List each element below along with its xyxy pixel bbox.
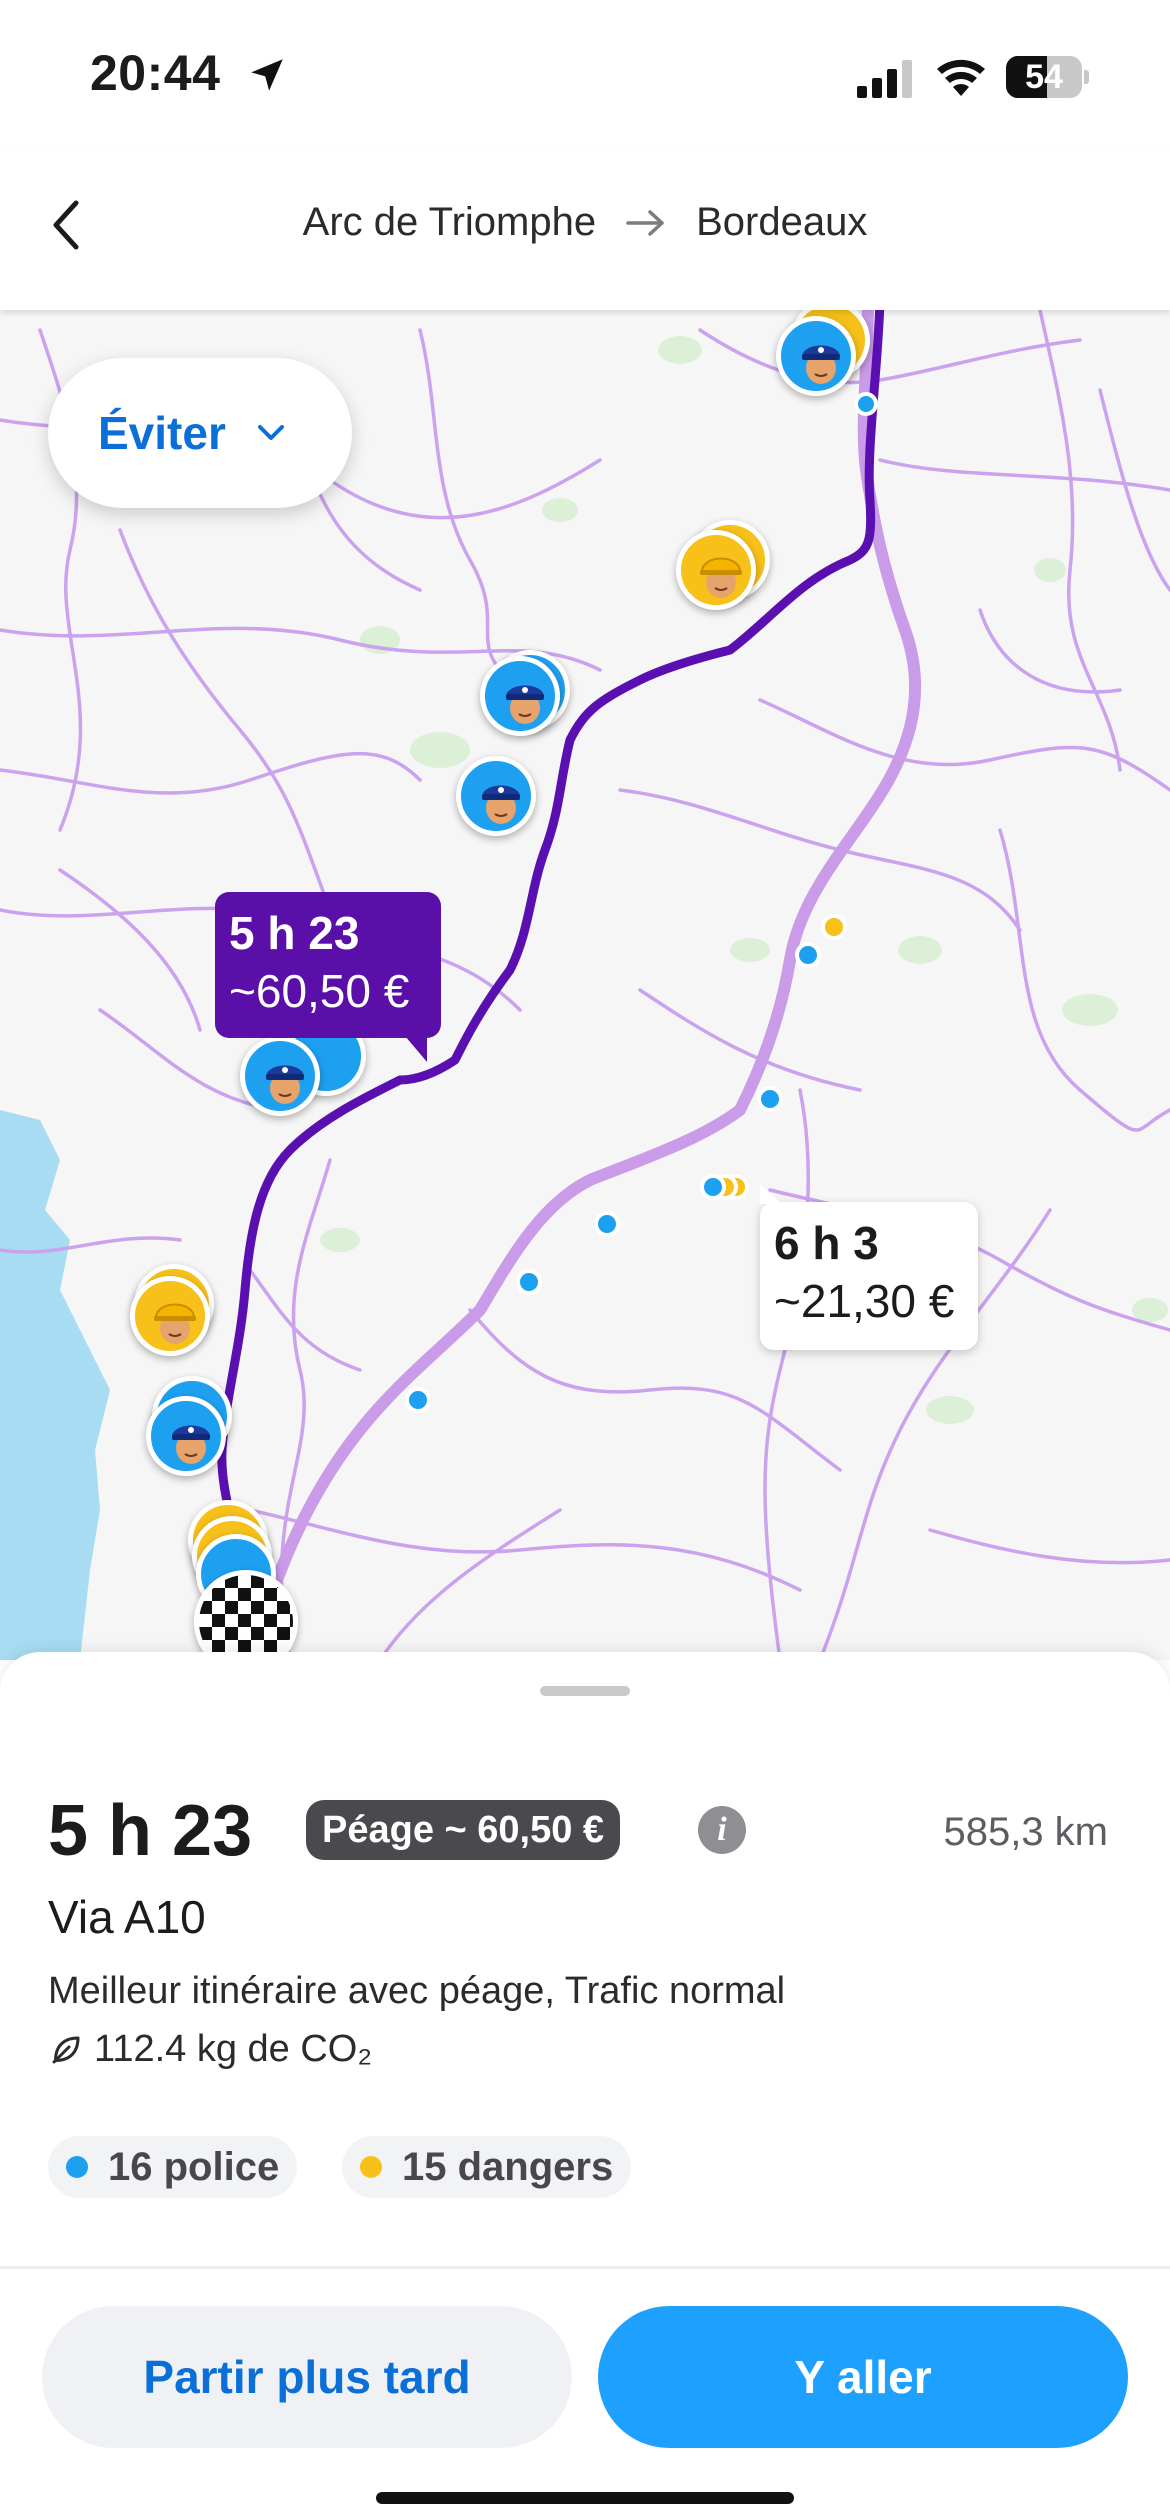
avoid-button[interactable]: Éviter xyxy=(48,358,352,508)
co2-label: 112.4 kg de CO₂ xyxy=(94,2028,373,2070)
co2-info: 112.4 kg de CO₂ xyxy=(48,2028,372,2071)
location-arrow-icon xyxy=(251,59,283,91)
main-route-bubble[interactable]: 5 h 23 ~60,50 € xyxy=(215,892,441,1062)
toll-badge: Péage ~ 60,50 € xyxy=(306,1800,621,1860)
destination-label: Bordeaux xyxy=(696,200,868,244)
leave-later-button[interactable]: Partir plus tard xyxy=(42,2306,572,2448)
battery-level-text: 54 xyxy=(1025,58,1063,96)
go-button[interactable]: Y aller xyxy=(598,2306,1128,2448)
hazard-icon[interactable] xyxy=(130,1276,210,1356)
info-icon[interactable]: i xyxy=(698,1806,746,1854)
sheet-grabber[interactable] xyxy=(540,1686,630,1696)
avoid-label: Éviter xyxy=(98,407,226,459)
signal-icon xyxy=(857,60,912,98)
police-icon[interactable] xyxy=(776,316,856,396)
wifi-icon xyxy=(937,59,985,96)
battery-icon: 54 xyxy=(1006,56,1089,98)
divider xyxy=(0,2266,1170,2269)
origin-label: Arc de Triomphe xyxy=(302,200,597,244)
police-icon[interactable] xyxy=(480,656,560,736)
police-icon[interactable] xyxy=(146,1396,226,1476)
route-description: Meilleur itinéraire avec péage, Trafic n… xyxy=(48,1970,786,2012)
map-view[interactable]: Éviter 5 h 23 ~60,50 € 6 h 3 ~21,30 € xyxy=(0,310,1170,1660)
hazard-dot-icon xyxy=(360,2156,382,2178)
route-via: Via A10 xyxy=(48,1891,206,1943)
alt-route-time: 6 h 3 xyxy=(774,1217,879,1269)
chevron-down-icon xyxy=(257,425,284,440)
route-distance: 585,3 km xyxy=(943,1810,1108,1854)
hazard-count-label: 15 dangers xyxy=(402,2144,614,2189)
route-arrow-icon xyxy=(626,209,664,236)
hazard-count-chip[interactable]: 15 dangers xyxy=(342,2136,632,2198)
police-icon[interactable] xyxy=(456,756,536,836)
leaf-icon xyxy=(52,2036,80,2063)
police-count-chip[interactable]: 16 police xyxy=(48,2136,298,2198)
alt-route-price: ~21,30 € xyxy=(774,1275,955,1327)
route-title: Arc de Triomphe Bordeaux xyxy=(0,200,1170,245)
home-indicator xyxy=(376,2492,794,2504)
hazard-icon[interactable] xyxy=(676,530,756,610)
status-bar: 20:44 54 xyxy=(0,0,1170,150)
route-header: Arc de Triomphe Bordeaux xyxy=(0,150,1170,310)
main-route-price: ~60,50 € xyxy=(229,965,410,1017)
status-time: 20:44 xyxy=(90,45,221,101)
route-duration: 5 h 23 xyxy=(48,1791,253,1871)
alt-route-bubble[interactable]: 6 h 3 ~21,30 € xyxy=(760,1184,978,1350)
police-icon[interactable] xyxy=(240,1036,320,1116)
route-details-sheet: 5 h 23 Péage ~ 60,50 € i 585,3 km Via A1… xyxy=(0,1652,1170,2505)
police-count-label: 16 police xyxy=(108,2144,280,2189)
police-dot-icon xyxy=(66,2156,88,2178)
main-route-time: 5 h 23 xyxy=(229,907,360,959)
